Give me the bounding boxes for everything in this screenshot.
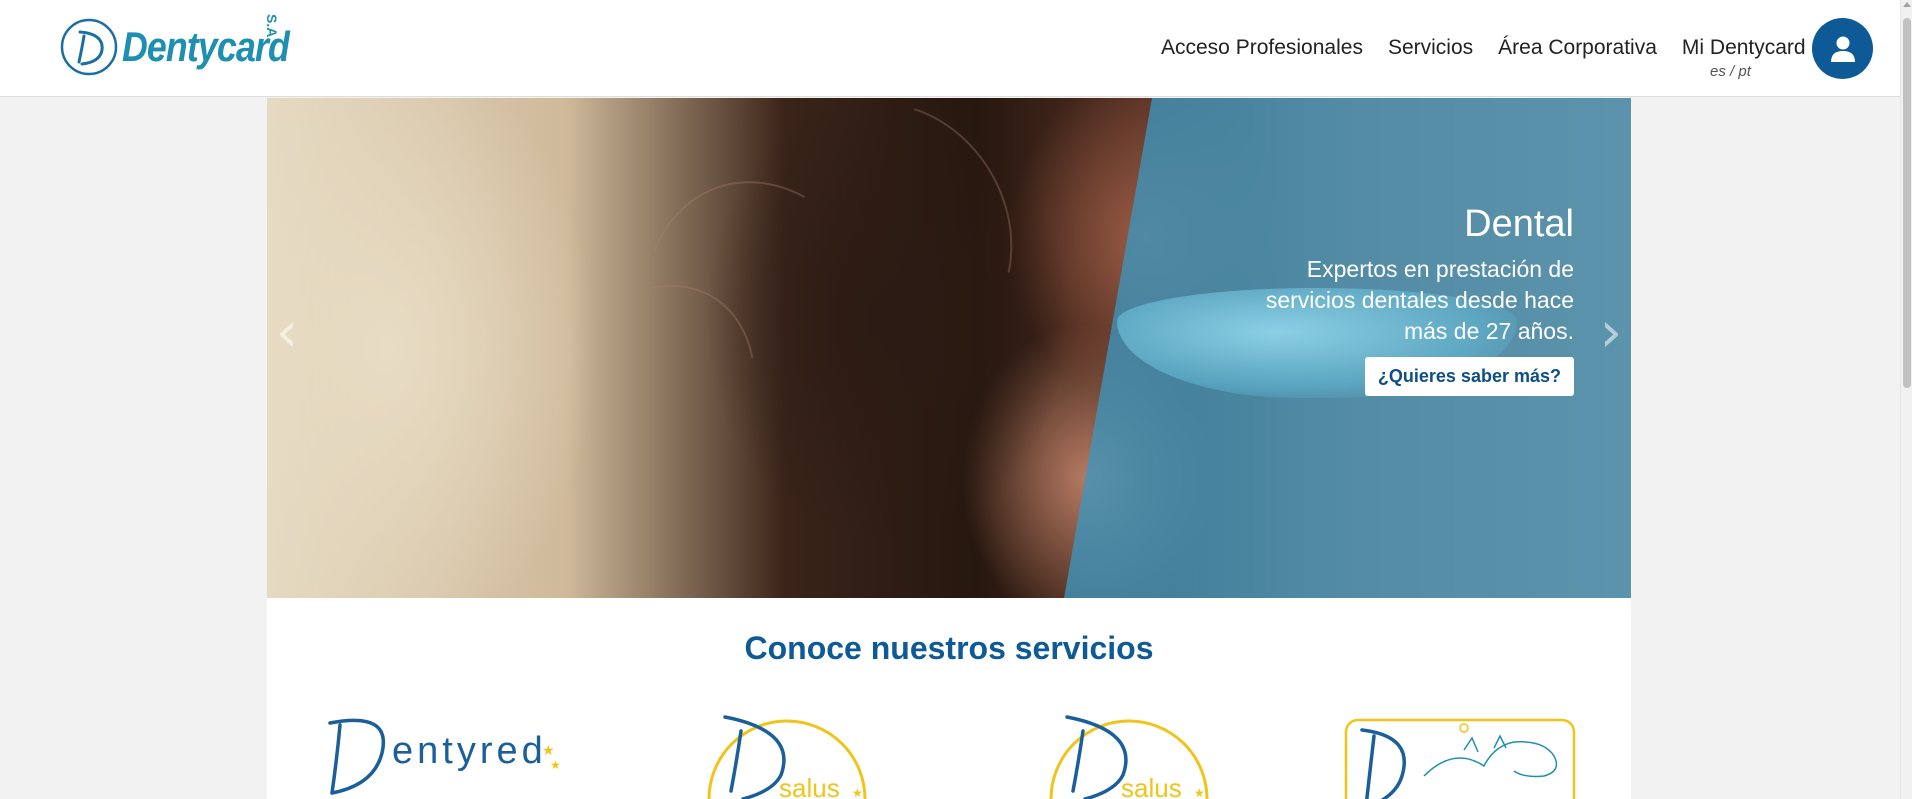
scroll-up-icon[interactable] [1903,2,1911,7]
service-dsalus[interactable]: salus ★ [697,701,877,799]
dsalus-logo-2-icon: salus ★ [1049,715,1209,799]
logo-d-icon [60,18,118,76]
carousel-prev-button[interactable]: ‹ [267,303,307,363]
page-scrollbar[interactable] [1900,0,1912,799]
lang-pt-link[interactable]: pt [1738,63,1751,80]
dsalus-logo-text: salus [779,773,840,799]
hero-more-button[interactable]: ¿Quieres saber más? [1364,357,1574,396]
hero-caption: Dental Expertos en prestación de servici… [1244,203,1574,396]
svg-text:★: ★ [542,743,555,759]
svg-text:★: ★ [852,786,863,799]
chevron-left-icon: ‹ [275,300,299,365]
nav-mi-dentycard[interactable]: Mi Dentycard [1682,36,1806,60]
svg-text:★: ★ [1194,786,1205,799]
dentyred-logo-icon: entyred ★ ★ [328,718,561,795]
services-section: Conoce nuestros servicios entyred ★ ★ sa… [267,598,1631,799]
scrollbar-thumb[interactable] [1903,18,1911,388]
dsalus-logo-icon: salus ★ [707,715,867,799]
service-pets[interactable] [1344,716,1584,799]
hero-carousel: Dental Expertos en prestación de servici… [267,98,1631,598]
user-icon [1830,36,1855,62]
chevron-right-icon: › [1599,300,1623,365]
user-account-button[interactable] [1812,18,1873,79]
service-dsalus-2[interactable]: salus ★ [1039,701,1219,799]
carousel-next-button[interactable]: › [1591,303,1631,363]
svg-text:★: ★ [550,758,561,772]
dsalus-logo-2-text: salus [1121,773,1182,799]
main-nav: Acceso Profesionales Servicios Área Corp… [1161,36,1806,60]
nav-servicios[interactable]: Servicios [1388,36,1473,60]
lang-es-link[interactable]: es [1710,63,1726,80]
logo-suffix: S.A. [264,14,280,42]
dentyred-logo-text: entyred [392,730,547,772]
nav-area-corporativa[interactable]: Área Corporativa [1498,36,1657,60]
service-dentyred[interactable]: entyred ★ ★ [322,713,572,799]
services-title: Conoce nuestros servicios [744,630,1154,666]
hero-text: Expertos en prestación de servicios dent… [1265,256,1574,344]
hero-title: Dental [1464,203,1574,245]
pet-logo-icon [1344,718,1576,799]
site-header: Dentycard S.A. Acceso Profesionales Serv… [0,0,1900,97]
lang-separator: / [1725,63,1739,80]
nav-acceso-profesionales[interactable]: Acceso Profesionales [1161,36,1363,60]
language-switcher: es / pt [1710,63,1751,80]
